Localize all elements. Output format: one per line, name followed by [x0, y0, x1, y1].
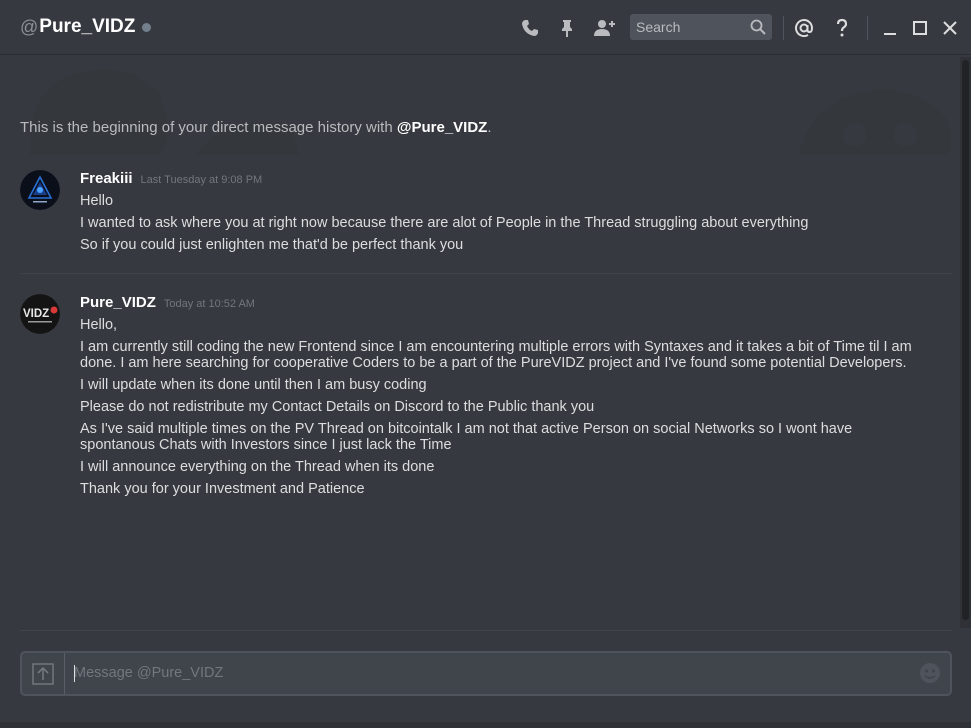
message-list[interactable]: This is the beginning of your direct mes… — [0, 55, 960, 630]
search-input[interactable] — [636, 19, 746, 35]
avatar[interactable] — [20, 170, 60, 210]
message-line: Hello, — [80, 317, 118, 333]
search-box[interactable] — [630, 14, 772, 40]
message-line: Hello — [80, 193, 114, 209]
message-line: I am currently still coding the new Fron… — [80, 339, 912, 371]
status-indicator — [142, 23, 152, 32]
message-line: I will announce everything on the Thread… — [80, 459, 435, 475]
title-bar: @ Pure_VIDZ — [0, 0, 971, 55]
message-author[interactable]: Freakiii — [80, 170, 133, 187]
scrollbar-thumb[interactable] — [962, 60, 969, 620]
message-line: I wanted to ask where you at right now b… — [80, 215, 809, 231]
message-line: I will update when its done until then I… — [80, 377, 427, 393]
pin-icon[interactable] — [556, 17, 578, 39]
mention-icon[interactable] — [793, 17, 815, 39]
close-icon[interactable] — [939, 17, 961, 39]
emoji-icon[interactable] — [918, 661, 942, 685]
message-timestamp: Today at 10:52 AM — [163, 298, 255, 310]
composer-divider — [20, 630, 952, 631]
toolbar-divider — [867, 16, 868, 40]
dm-beginning-suffix: . — [487, 119, 492, 136]
message-line: So if you could just enlighten me that'd… — [80, 237, 464, 253]
upload-button[interactable] — [22, 653, 65, 694]
message-divider — [20, 273, 952, 274]
maximize-icon[interactable] — [909, 17, 931, 39]
avatar[interactable]: VIDZ — [20, 294, 60, 334]
window-bottom-edge — [0, 722, 971, 728]
at-symbol: @ — [20, 17, 39, 37]
message-header: Pure_VIDZ Today at 10:52 AM — [80, 294, 255, 314]
avatar-text: VIDZ — [23, 308, 49, 320]
text-caret — [74, 665, 75, 682]
add-friend-icon[interactable] — [594, 17, 616, 39]
dm-username[interactable]: Pure_VIDZ — [39, 16, 135, 38]
message-timestamp: Last Tuesday at 9:08 PM — [140, 174, 263, 186]
dm-beginning-notice: This is the beginning of your direct mes… — [20, 118, 492, 138]
phone-icon[interactable] — [519, 17, 541, 39]
message-line: Please do not redistribute my Contact De… — [80, 399, 595, 415]
dm-beginning-handle[interactable]: @Pure_VIDZ — [397, 119, 487, 136]
message-author[interactable]: Pure_VIDZ — [80, 294, 156, 311]
message-header: Freakiii Last Tuesday at 9:08 PM — [80, 170, 262, 190]
message-input[interactable] — [74, 664, 894, 684]
dm-beginning-text: This is the beginning of your direct mes… — [20, 119, 393, 136]
help-icon[interactable] — [831, 17, 853, 39]
message-composer[interactable] — [20, 651, 952, 696]
upload-icon — [32, 662, 54, 685]
dm-channel-name: @ Pure_VIDZ — [20, 16, 152, 38]
search-icon — [750, 19, 766, 40]
minimize-icon[interactable] — [879, 17, 901, 39]
discord-watermark-icon — [30, 69, 950, 155]
message-group: VIDZ Pure_VIDZ Today at 10:52 AM Hello, … — [20, 294, 952, 504]
message-line: As I've said multiple times on the PV Th… — [80, 421, 853, 453]
toolbar-divider — [783, 16, 784, 40]
message-group: Freakiii Last Tuesday at 9:08 PM Hello I… — [20, 170, 952, 253]
message-line: Thank you for your Investment and Patien… — [80, 481, 365, 497]
